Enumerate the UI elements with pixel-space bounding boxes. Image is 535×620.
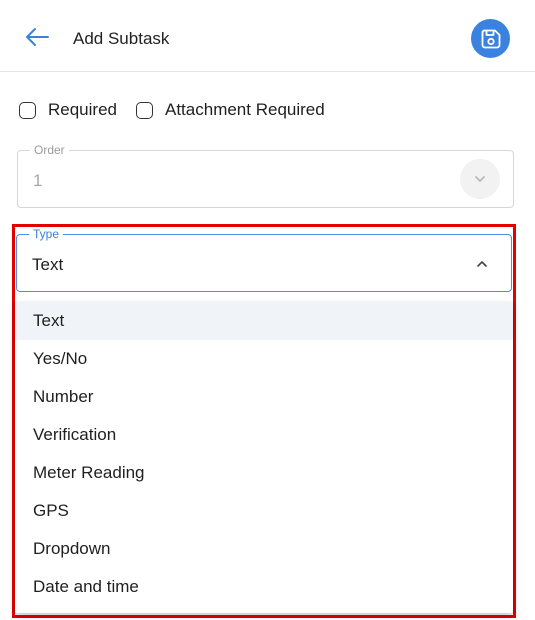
type-option-verification[interactable]: Verification: [15, 416, 513, 454]
required-checkbox-box[interactable]: [19, 101, 36, 119]
type-option-date-and-time[interactable]: Date and time: [15, 568, 513, 606]
page-title: Add Subtask: [73, 29, 170, 48]
type-option-dropdown[interactable]: Dropdown: [15, 530, 513, 568]
back-button[interactable]: [24, 26, 50, 48]
type-label: Type: [29, 227, 64, 241]
arrow-left-icon: [26, 28, 49, 46]
app-header: Add Subtask: [0, 0, 535, 72]
attachment-required-checkbox-box[interactable]: [136, 101, 153, 119]
chevron-up-icon: [477, 261, 487, 267]
order-value: 1: [33, 171, 43, 190]
type-options-menu: Text Yes/No Number Verification Meter Re…: [15, 302, 513, 613]
type-option-gps[interactable]: GPS: [15, 492, 513, 530]
attachment-required-checkbox[interactable]: Attachment Required: [136, 100, 325, 120]
type-dropdown-toggle[interactable]: [475, 257, 489, 271]
type-option-text[interactable]: Text: [15, 302, 513, 340]
order-label: Order: [30, 143, 69, 157]
type-option-number[interactable]: Number: [15, 378, 513, 416]
order-dropdown-button: [460, 159, 500, 199]
required-checkbox[interactable]: Required: [19, 100, 117, 120]
attachment-required-label: Attachment Required: [165, 100, 325, 119]
required-label: Required: [48, 100, 117, 119]
type-select[interactable]: Type Text: [16, 227, 512, 292]
save-button[interactable]: [471, 19, 510, 58]
chevron-down-icon: [475, 176, 485, 182]
options-row: Required Attachment Required: [19, 99, 325, 121]
order-select: Order 1: [17, 143, 514, 208]
type-option-yes-no[interactable]: Yes/No: [15, 340, 513, 378]
type-option-meter-reading[interactable]: Meter Reading: [15, 454, 513, 492]
type-value: Text: [32, 255, 64, 274]
floppy-disk-icon: [481, 29, 500, 48]
